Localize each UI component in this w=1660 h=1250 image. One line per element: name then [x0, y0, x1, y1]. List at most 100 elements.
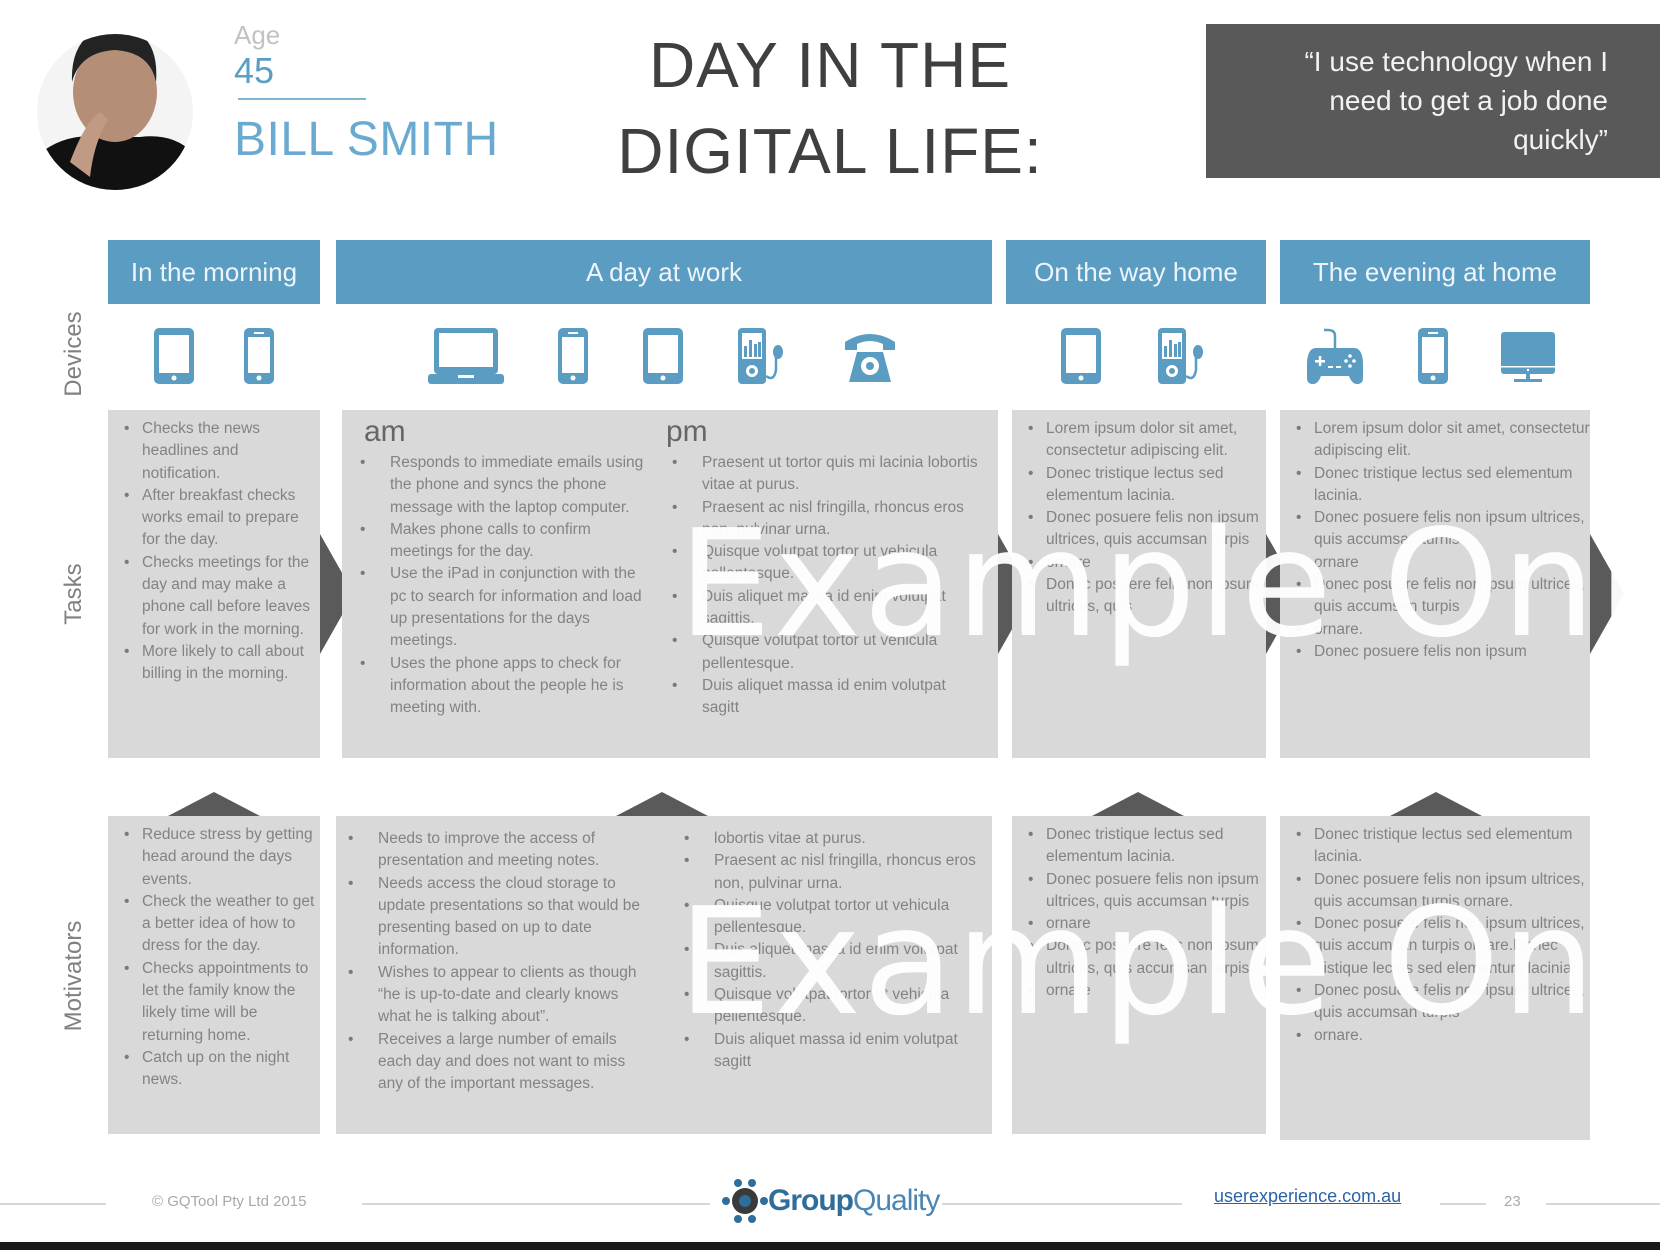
- tasks-am-column: am Responds to immediate emails using th…: [342, 416, 652, 720]
- motivators-pm-column: lobortis vitae at purus.Praesent ac nisl…: [666, 828, 982, 1073]
- arrow-up-icon: [616, 792, 708, 816]
- name-divider: [238, 98, 366, 100]
- list-item: Quisque volutpat tortor ut vehicula pell…: [684, 984, 982, 1029]
- tablet-icon: [1054, 326, 1108, 386]
- music-player-icon: [1154, 326, 1208, 386]
- list-item: ornare: [1028, 980, 1266, 1003]
- list-item: Catch up on the night news.: [124, 1047, 320, 1092]
- list-item: Checks the news headlines and notificati…: [124, 418, 320, 485]
- avatar: [30, 12, 200, 192]
- motivators-list: Needs to improve the access of presentat…: [330, 828, 650, 1096]
- row-label-devices: Devices: [60, 311, 87, 397]
- tasks-box-way-home: Lorem ipsum dolor sit amet, consectetur …: [1012, 410, 1266, 758]
- list-item: Duis aliquet massa id enim volutpat sagi…: [684, 1029, 982, 1074]
- tasks-box-morning: Checks the news headlines and notificati…: [108, 410, 320, 758]
- tasks-pm-column: pm Praesent ut tortor quis mi lacinia lo…: [654, 416, 984, 720]
- page-title: DAY IN THE DIGITAL LIFE:: [600, 22, 1060, 194]
- motivators-list: Reduce stress by getting head around the…: [108, 824, 320, 1092]
- phase-header-evening: The evening at home: [1280, 240, 1590, 304]
- footer-divider: [362, 1203, 710, 1205]
- am-label: am: [364, 415, 406, 448]
- footer-divider: [1440, 1203, 1486, 1205]
- motivators-list: lobortis vitae at purus.Praesent ac nisl…: [666, 828, 982, 1073]
- phase-label: A day at work: [585, 256, 743, 287]
- tasks-list: Praesent ut tortor quis mi lacinia lobor…: [654, 452, 984, 720]
- logo-text: GroupQuality: [768, 1184, 940, 1218]
- list-item: Donec posuere felis non ipsum ultrices, …: [1028, 507, 1266, 552]
- company-logo: GroupQuality: [722, 1178, 940, 1224]
- list-item: ornare.: [1296, 1025, 1590, 1048]
- page-number: 23: [1504, 1193, 1521, 1210]
- age-value: 45: [234, 50, 275, 91]
- list-item: After breakfast checks works email to pr…: [124, 485, 320, 552]
- phase-label: The evening at home: [1312, 256, 1558, 287]
- tablet-icon: [636, 326, 690, 386]
- list-item: Donec tristique lectus sed elementum lac…: [1296, 824, 1590, 869]
- smartphone-icon: [1406, 326, 1460, 386]
- list-item: ornare: [1028, 913, 1266, 936]
- phase-header-work: A day at work: [336, 240, 992, 304]
- phase-label: In the morning: [130, 256, 298, 287]
- list-item: Donec posuere felis non ipsum ultrices, …: [1296, 913, 1590, 980]
- list-item: Donec posuere felis non ipsum ultrices, …: [1028, 935, 1266, 980]
- footer-divider: [942, 1203, 1182, 1205]
- arrow-up-icon: [1092, 792, 1184, 816]
- phase-header-morning: In the morning: [108, 240, 320, 304]
- quote-box: “I use technology when I need to get a j…: [1206, 24, 1660, 178]
- persona-name: BILL SMITH: [234, 113, 499, 166]
- title-line-1: DAY IN THE: [648, 29, 1012, 101]
- smartphone-icon: [546, 326, 600, 386]
- gear-logo-icon: [722, 1179, 768, 1223]
- list-item: Quisque volutpat tortor ut vehicula pell…: [684, 895, 982, 940]
- tablet-icon: [147, 326, 201, 386]
- logo-text-group: Group: [768, 1184, 854, 1217]
- list-item: Donec posuere felis non ipsum ultrices, …: [1028, 869, 1266, 914]
- list-item: Checks appointments to let the family kn…: [124, 958, 320, 1047]
- arrow-right-icon: [1590, 534, 1624, 654]
- list-item: Donec posuere felis non ipsum ultrices, …: [1296, 507, 1590, 552]
- list-item: Duis aliquet massa id enim volutpat sagi…: [672, 675, 984, 720]
- tasks-box-work: am Responds to immediate emails using th…: [342, 410, 998, 758]
- motivators-box-work: Needs to improve the access of presentat…: [336, 816, 992, 1134]
- list-item: Lorem ipsum dolor sit amet, consectetur …: [1296, 418, 1590, 463]
- list-item: Donec posuere felis non ipsum: [1296, 641, 1590, 664]
- copyright: © GQTool Pty Ltd 2015: [152, 1193, 307, 1210]
- music-player-icon: [734, 326, 788, 386]
- list-item: Duis aliquet massa id enim volutpat sagi…: [684, 939, 982, 984]
- list-item: Donec tristique lectus sed elementum lac…: [1296, 463, 1590, 508]
- list-item: Check the weather to get a better idea o…: [124, 891, 320, 958]
- motivators-box-way-home: Donec tristique lectus sed elementum lac…: [1012, 816, 1266, 1134]
- phase-header-way-home: On the way home: [1006, 240, 1266, 304]
- list-item: ornare.: [1296, 619, 1590, 642]
- bottom-bar: [0, 1242, 1660, 1250]
- list-item: Receives a large number of emails each d…: [348, 1029, 650, 1096]
- motivators-box-morning: Reduce stress by getting head around the…: [108, 816, 320, 1134]
- list-item: Donec tristique lectus sed elementum lac…: [1028, 824, 1266, 869]
- list-item: Donec tristique lectus sed elementum lac…: [1028, 463, 1266, 508]
- persona-quote: “I use technology when I need to get a j…: [1304, 46, 1608, 155]
- motivators-list: Donec tristique lectus sed elementum lac…: [1280, 824, 1590, 1047]
- footer-divider: [1546, 1203, 1660, 1205]
- row-label-motivators: Motivators: [60, 920, 87, 1032]
- website-link[interactable]: userexperience.com.au: [1214, 1186, 1401, 1207]
- list-item: Quisque volutpat tortor ut vehicula pell…: [672, 541, 984, 586]
- list-item: ornare: [1028, 552, 1266, 575]
- list-item: Duis aliquet massa id enim volutpat sagi…: [672, 586, 984, 631]
- list-item: Lorem ipsum dolor sit amet, consectetur …: [1028, 418, 1266, 463]
- laptop-icon: [428, 326, 504, 386]
- title-line-2: DIGITAL LIFE:: [617, 115, 1043, 187]
- desktop-monitor-icon: [1500, 330, 1556, 384]
- list-item: Uses the phone apps to check for informa…: [360, 653, 652, 720]
- tasks-box-evening: Lorem ipsum dolor sit amet, consectetur …: [1280, 410, 1590, 758]
- logo-text-quality: Quality: [853, 1184, 940, 1217]
- list-item: Responds to immediate emails using the p…: [360, 452, 652, 519]
- list-item: Wishes to appear to clients as though “h…: [348, 962, 650, 1029]
- tasks-list: Lorem ipsum dolor sit amet, consectetur …: [1012, 418, 1266, 619]
- list-item: Praesent ut tortor quis mi lacinia lobor…: [672, 452, 984, 497]
- desk-phone-icon: [843, 326, 897, 386]
- pm-label: pm: [666, 415, 708, 448]
- motivators-box-evening: Donec tristique lectus sed elementum lac…: [1280, 816, 1590, 1140]
- motivators-am-column: Needs to improve the access of presentat…: [330, 828, 650, 1096]
- tasks-list: Responds to immediate emails using the p…: [342, 452, 652, 720]
- list-item: Donec posuere felis non ipsum ultrices, …: [1028, 574, 1266, 619]
